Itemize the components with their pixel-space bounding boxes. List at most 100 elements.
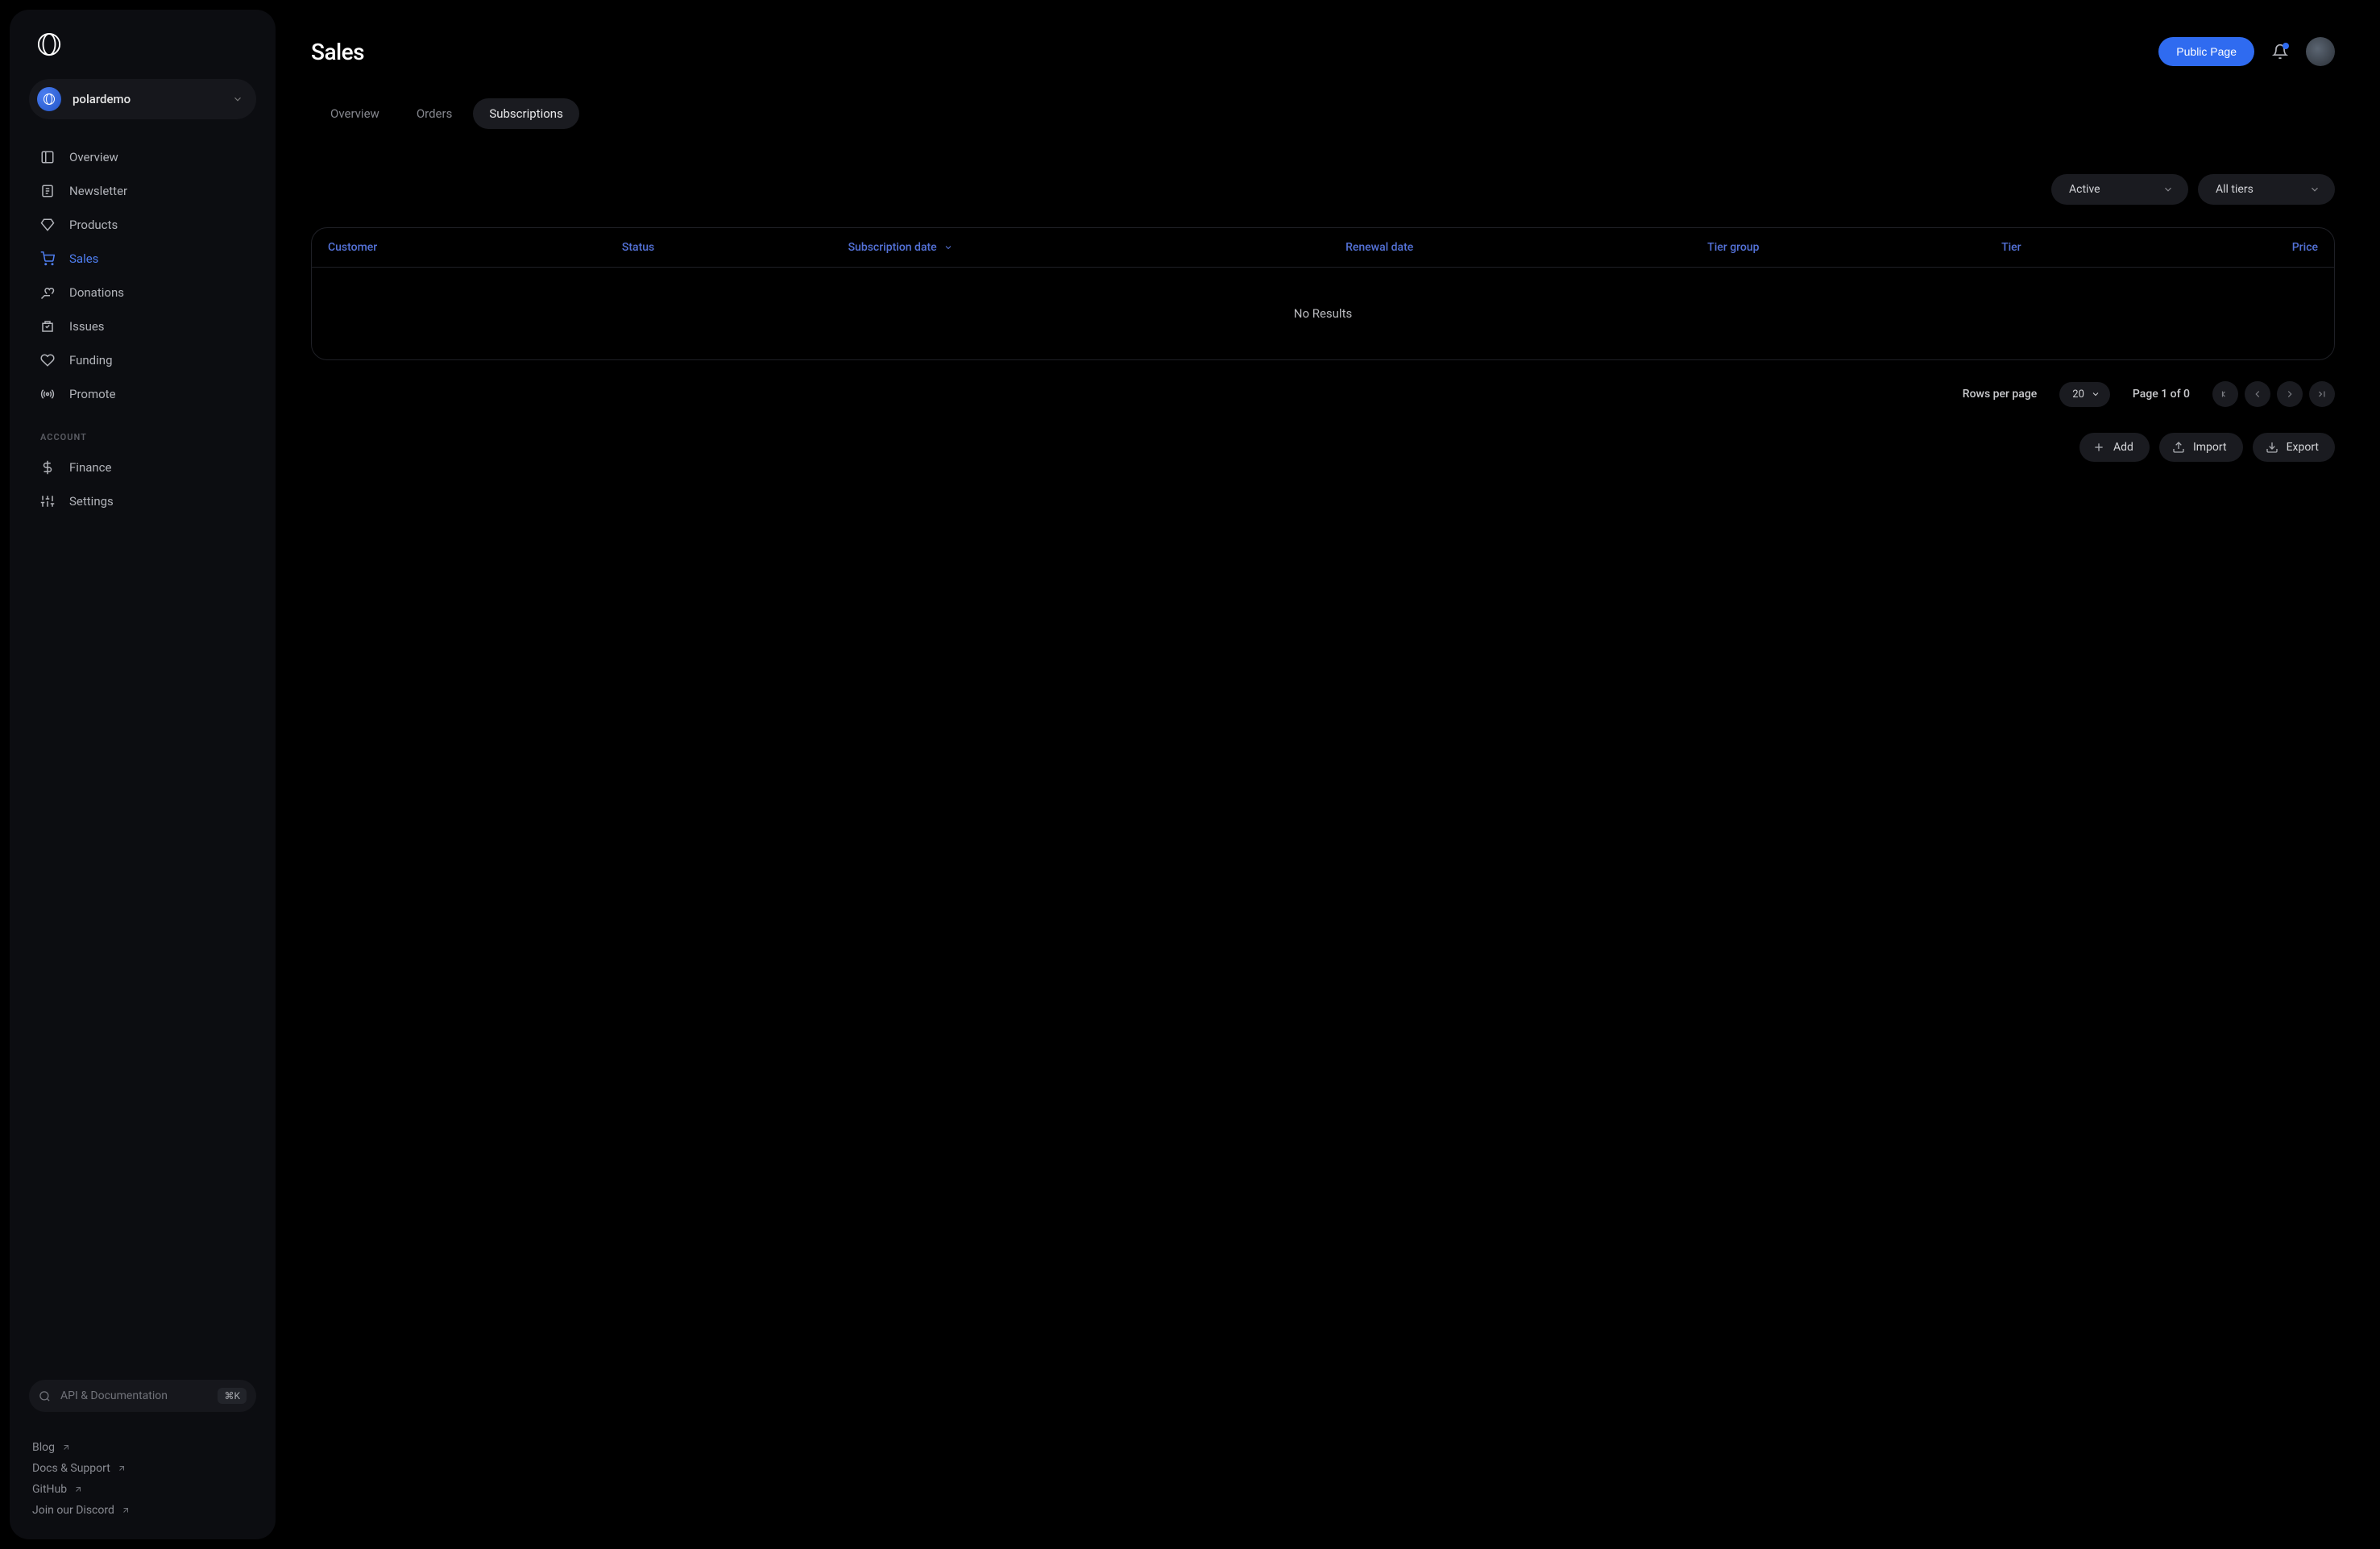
footer-link-github[interactable]: GitHub — [32, 1483, 253, 1496]
chevron-down-icon — [2162, 184, 2174, 195]
col-tier[interactable]: Tier — [2001, 241, 2183, 254]
page-info: Page 1 of 0 — [2133, 388, 2190, 401]
plus-icon — [2092, 441, 2105, 454]
prev-page-button[interactable] — [2245, 381, 2270, 407]
chevron-down-icon — [232, 93, 243, 105]
col-renewal-date[interactable]: Renewal date — [1345, 241, 1707, 254]
chevron-down-icon — [2091, 389, 2100, 399]
add-button[interactable]: Add — [2079, 433, 2150, 462]
sidebar-item-newsletter[interactable]: Newsletter — [29, 176, 256, 206]
tab-label: Overview — [330, 106, 379, 121]
user-avatar[interactable] — [2306, 37, 2335, 66]
page-size-select[interactable]: 20 — [2059, 382, 2110, 407]
sidebar-item-label: Promote — [69, 387, 116, 401]
sidebar-item-sales[interactable]: Sales — [29, 243, 256, 274]
sidebar-item-promote[interactable]: Promote — [29, 379, 256, 409]
rows-per-page-label: Rows per page — [1963, 388, 2037, 401]
col-label: Subscription date — [848, 241, 937, 254]
sidebar-item-label: Sales — [69, 251, 98, 266]
import-button[interactable]: Import — [2159, 433, 2243, 462]
upload-icon — [2172, 441, 2185, 454]
footer-link-blog[interactable]: Blog — [32, 1441, 253, 1454]
org-switcher[interactable]: polardemo — [29, 79, 256, 119]
col-label: Renewal date — [1345, 241, 1413, 254]
broadcast-icon — [40, 387, 55, 401]
tab-label: Subscriptions — [489, 106, 562, 121]
external-link-icon — [61, 1443, 71, 1452]
filters: Active All tiers — [311, 174, 2335, 205]
sidebar-item-overview[interactable]: Overview — [29, 142, 256, 172]
footer-link-docs[interactable]: Docs & Support — [32, 1462, 253, 1475]
sidebar-item-label: Overview — [69, 150, 118, 164]
sidebar-item-label: Issues — [69, 319, 105, 334]
col-status[interactable]: Status — [622, 241, 848, 254]
footer-link-discord[interactable]: Join our Discord — [32, 1504, 253, 1517]
sort-icon — [943, 243, 953, 252]
sidebar: polardemo Overview Newsletter Products S… — [10, 10, 276, 1539]
download-icon — [2266, 441, 2278, 454]
action-label: Add — [2113, 441, 2133, 454]
tab-subscriptions[interactable]: Subscriptions — [473, 98, 578, 129]
subscriptions-table: Customer Status Subscription date Renewa… — [311, 227, 2335, 360]
sliders-icon — [40, 494, 55, 509]
search-button[interactable]: API & Documentation ⌘K — [29, 1380, 256, 1412]
page-size-value: 20 — [2072, 388, 2084, 401]
sidebar-item-funding[interactable]: Funding — [29, 345, 256, 376]
tab-orders[interactable]: Orders — [400, 98, 469, 129]
sidebar-item-issues[interactable]: Issues — [29, 311, 256, 342]
col-label: Tier — [2001, 241, 2021, 254]
header-actions: Public Page — [2158, 37, 2335, 66]
tab-overview[interactable]: Overview — [314, 98, 396, 129]
status-filter[interactable]: Active — [2051, 174, 2188, 205]
last-page-button[interactable] — [2309, 381, 2335, 407]
next-page-button[interactable] — [2277, 381, 2303, 407]
document-icon — [40, 184, 55, 198]
chevron-left-icon — [2252, 388, 2263, 400]
col-customer[interactable]: Customer — [328, 241, 622, 254]
sidebar-item-finance[interactable]: Finance — [29, 452, 256, 483]
sidebar-item-label: Funding — [69, 353, 113, 368]
external-link-icon — [73, 1485, 83, 1494]
hand-heart-icon — [40, 285, 55, 300]
col-label: Status — [622, 241, 654, 254]
org-name: polardemo — [73, 92, 221, 106]
table-actions: Add Import Export — [311, 433, 2335, 462]
footer-link-label: Docs & Support — [32, 1462, 110, 1475]
first-page-button[interactable] — [2212, 381, 2238, 407]
footer-link-label: Blog — [32, 1441, 55, 1454]
footer-link-label: GitHub — [32, 1483, 67, 1496]
cart-icon — [40, 251, 55, 266]
sidebar-item-label: Settings — [69, 494, 114, 509]
pager-buttons — [2212, 381, 2335, 407]
col-subscription-date[interactable]: Subscription date — [848, 241, 1346, 254]
export-button[interactable]: Export — [2253, 433, 2335, 462]
search-icon — [39, 1390, 51, 1402]
external-link-icon — [121, 1505, 131, 1515]
search-placeholder: API & Documentation — [60, 1389, 208, 1402]
tabs: Overview Orders Subscriptions — [311, 98, 2335, 129]
main-nav: Overview Newsletter Products Sales Donat… — [29, 142, 256, 517]
sidebar-item-label: Products — [69, 218, 118, 232]
sidebar-item-donations[interactable]: Donations — [29, 277, 256, 308]
public-page-button[interactable]: Public Page — [2158, 37, 2254, 66]
col-tier-group[interactable]: Tier group — [1707, 241, 2001, 254]
notifications-button[interactable] — [2272, 44, 2288, 60]
col-price[interactable]: Price — [2183, 241, 2318, 254]
sidebar-item-settings[interactable]: Settings — [29, 486, 256, 517]
tier-filter[interactable]: All tiers — [2198, 174, 2335, 205]
org-avatar — [37, 87, 61, 111]
last-page-icon — [2316, 388, 2328, 400]
sidebar-item-label: Newsletter — [69, 184, 127, 198]
diamond-icon — [40, 218, 55, 232]
select-value: All tiers — [2216, 183, 2254, 196]
sidebar-item-label: Finance — [69, 460, 111, 475]
page-header: Sales Public Page — [311, 37, 2335, 66]
col-label: Price — [2292, 241, 2318, 254]
pager: Rows per page 20 Page 1 of 0 — [311, 381, 2335, 407]
col-label: Customer — [328, 241, 377, 254]
notification-dot — [2283, 43, 2289, 49]
col-label: Tier group — [1707, 241, 1759, 254]
sidebar-item-products[interactable]: Products — [29, 210, 256, 240]
main-content: Sales Public Page Overview Orders Subscr… — [285, 0, 2380, 1549]
sidebar-section-account: Account — [29, 413, 256, 449]
